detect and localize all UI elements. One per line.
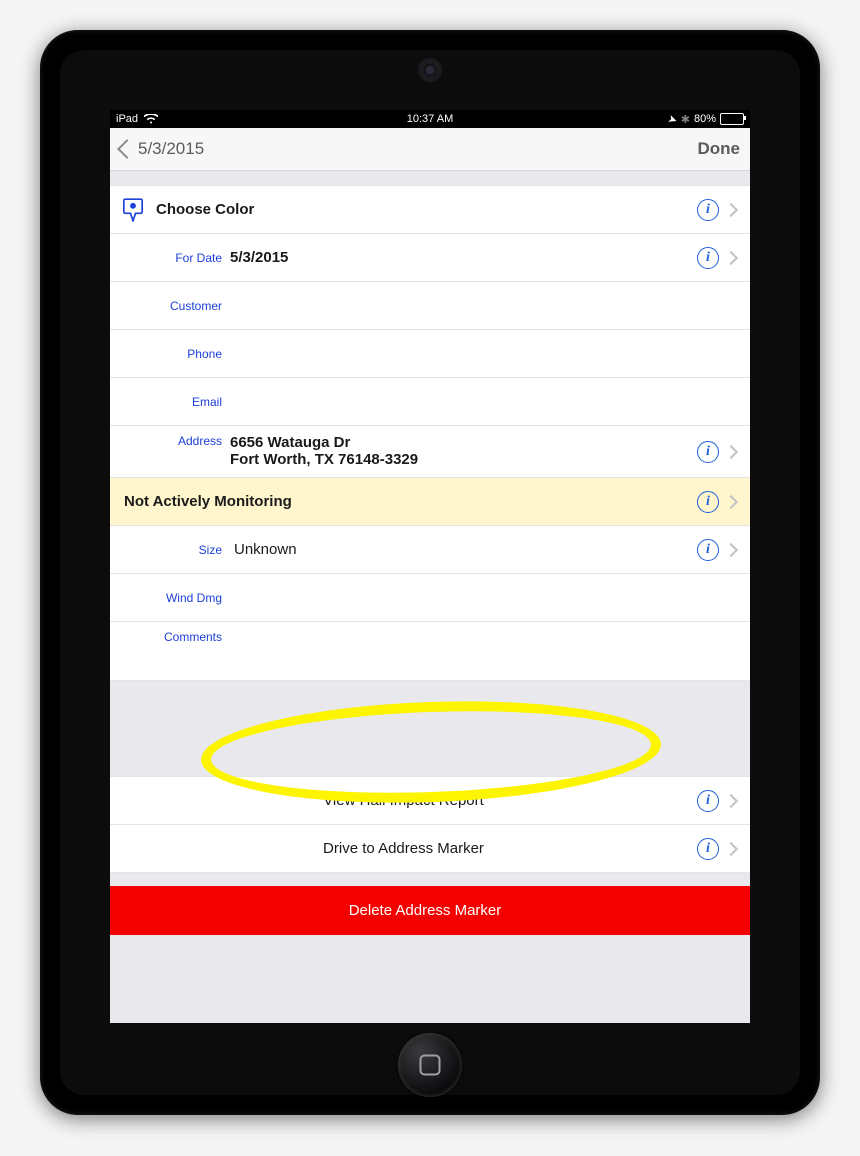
info-icon[interactable]: i bbox=[697, 491, 719, 513]
address-line2: Fort Worth, TX 76148-3329 bbox=[230, 451, 418, 468]
info-icon[interactable]: i bbox=[697, 539, 719, 561]
drive-to-marker-label: Drive to Address Marker bbox=[110, 840, 697, 857]
choose-color-row[interactable]: Choose Color i bbox=[110, 185, 750, 234]
info-icon[interactable]: i bbox=[697, 247, 719, 269]
phone-label: Phone bbox=[110, 347, 230, 361]
address-line1: 6656 Watauga Dr bbox=[230, 434, 350, 451]
chevron-right-icon bbox=[724, 841, 738, 855]
wifi-icon bbox=[144, 114, 158, 124]
for-date-row[interactable]: For Date 5/3/2015 i bbox=[110, 233, 750, 282]
drive-to-marker-row[interactable]: Drive to Address Marker i bbox=[110, 824, 750, 873]
address-value: 6656 Watauga Dr Fort Worth, TX 76148-332… bbox=[230, 434, 697, 468]
choose-color-label: Choose Color bbox=[156, 201, 697, 218]
home-button[interactable] bbox=[398, 1033, 462, 1097]
carrier-label: iPad bbox=[116, 113, 138, 125]
monitoring-label: Not Actively Monitoring bbox=[110, 493, 697, 510]
customer-row[interactable]: Customer bbox=[110, 281, 750, 330]
chevron-right-icon bbox=[724, 444, 738, 458]
screen: iPad 10:37 AM ➤ ✱ 80% 5/3/2015 bbox=[110, 110, 750, 1023]
email-label: Email bbox=[110, 395, 230, 409]
delete-marker-label: Delete Address Marker bbox=[110, 902, 740, 919]
info-icon[interactable]: i bbox=[697, 790, 719, 812]
ipad-frame: iPad 10:37 AM ➤ ✱ 80% 5/3/2015 bbox=[40, 30, 820, 1115]
for-date-value: 5/3/2015 bbox=[230, 249, 697, 266]
address-row[interactable]: Address 6656 Watauga Dr Fort Worth, TX 7… bbox=[110, 425, 750, 478]
info-icon[interactable]: i bbox=[697, 199, 719, 221]
customer-label: Customer bbox=[110, 299, 230, 313]
back-title: 5/3/2015 bbox=[138, 139, 204, 159]
pin-icon bbox=[123, 198, 143, 222]
battery-icon bbox=[720, 113, 744, 125]
address-label: Address bbox=[110, 434, 230, 448]
email-row[interactable]: Email bbox=[110, 377, 750, 426]
chevron-right-icon bbox=[724, 202, 738, 216]
battery-percent: 80% bbox=[694, 113, 716, 125]
chevron-left-icon bbox=[117, 139, 137, 159]
status-bar: iPad 10:37 AM ➤ ✱ 80% bbox=[110, 110, 750, 128]
done-button[interactable]: Done bbox=[698, 139, 741, 159]
clock: 10:37 AM bbox=[325, 113, 534, 125]
comments-row[interactable]: Comments bbox=[110, 621, 750, 681]
info-icon[interactable]: i bbox=[697, 838, 719, 860]
chevron-right-icon bbox=[724, 793, 738, 807]
chevron-right-icon bbox=[724, 494, 738, 508]
for-date-label: For Date bbox=[110, 251, 230, 265]
size-value: Unknown bbox=[230, 541, 697, 558]
bluetooth-icon: ✱ bbox=[681, 113, 690, 126]
size-row[interactable]: Size Unknown i bbox=[110, 525, 750, 574]
back-button[interactable]: 5/3/2015 bbox=[120, 139, 204, 159]
size-label: Size bbox=[110, 543, 230, 557]
info-icon[interactable]: i bbox=[697, 441, 719, 463]
chevron-right-icon bbox=[724, 250, 738, 264]
phone-row[interactable]: Phone bbox=[110, 329, 750, 378]
view-report-row[interactable]: View Hail Impact Report i bbox=[110, 776, 750, 825]
view-report-label: View Hail Impact Report bbox=[110, 792, 697, 809]
monitoring-row[interactable]: Not Actively Monitoring i bbox=[110, 477, 750, 526]
comments-label: Comments bbox=[110, 630, 230, 644]
front-camera bbox=[424, 64, 436, 76]
chevron-right-icon bbox=[724, 542, 738, 556]
wind-dmg-row[interactable]: Wind Dmg bbox=[110, 573, 750, 622]
delete-marker-row[interactable]: Delete Address Marker bbox=[110, 886, 750, 935]
nav-bar: 5/3/2015 Done bbox=[110, 128, 750, 171]
wind-dmg-label: Wind Dmg bbox=[110, 591, 230, 605]
location-icon: ➤ bbox=[666, 111, 679, 126]
